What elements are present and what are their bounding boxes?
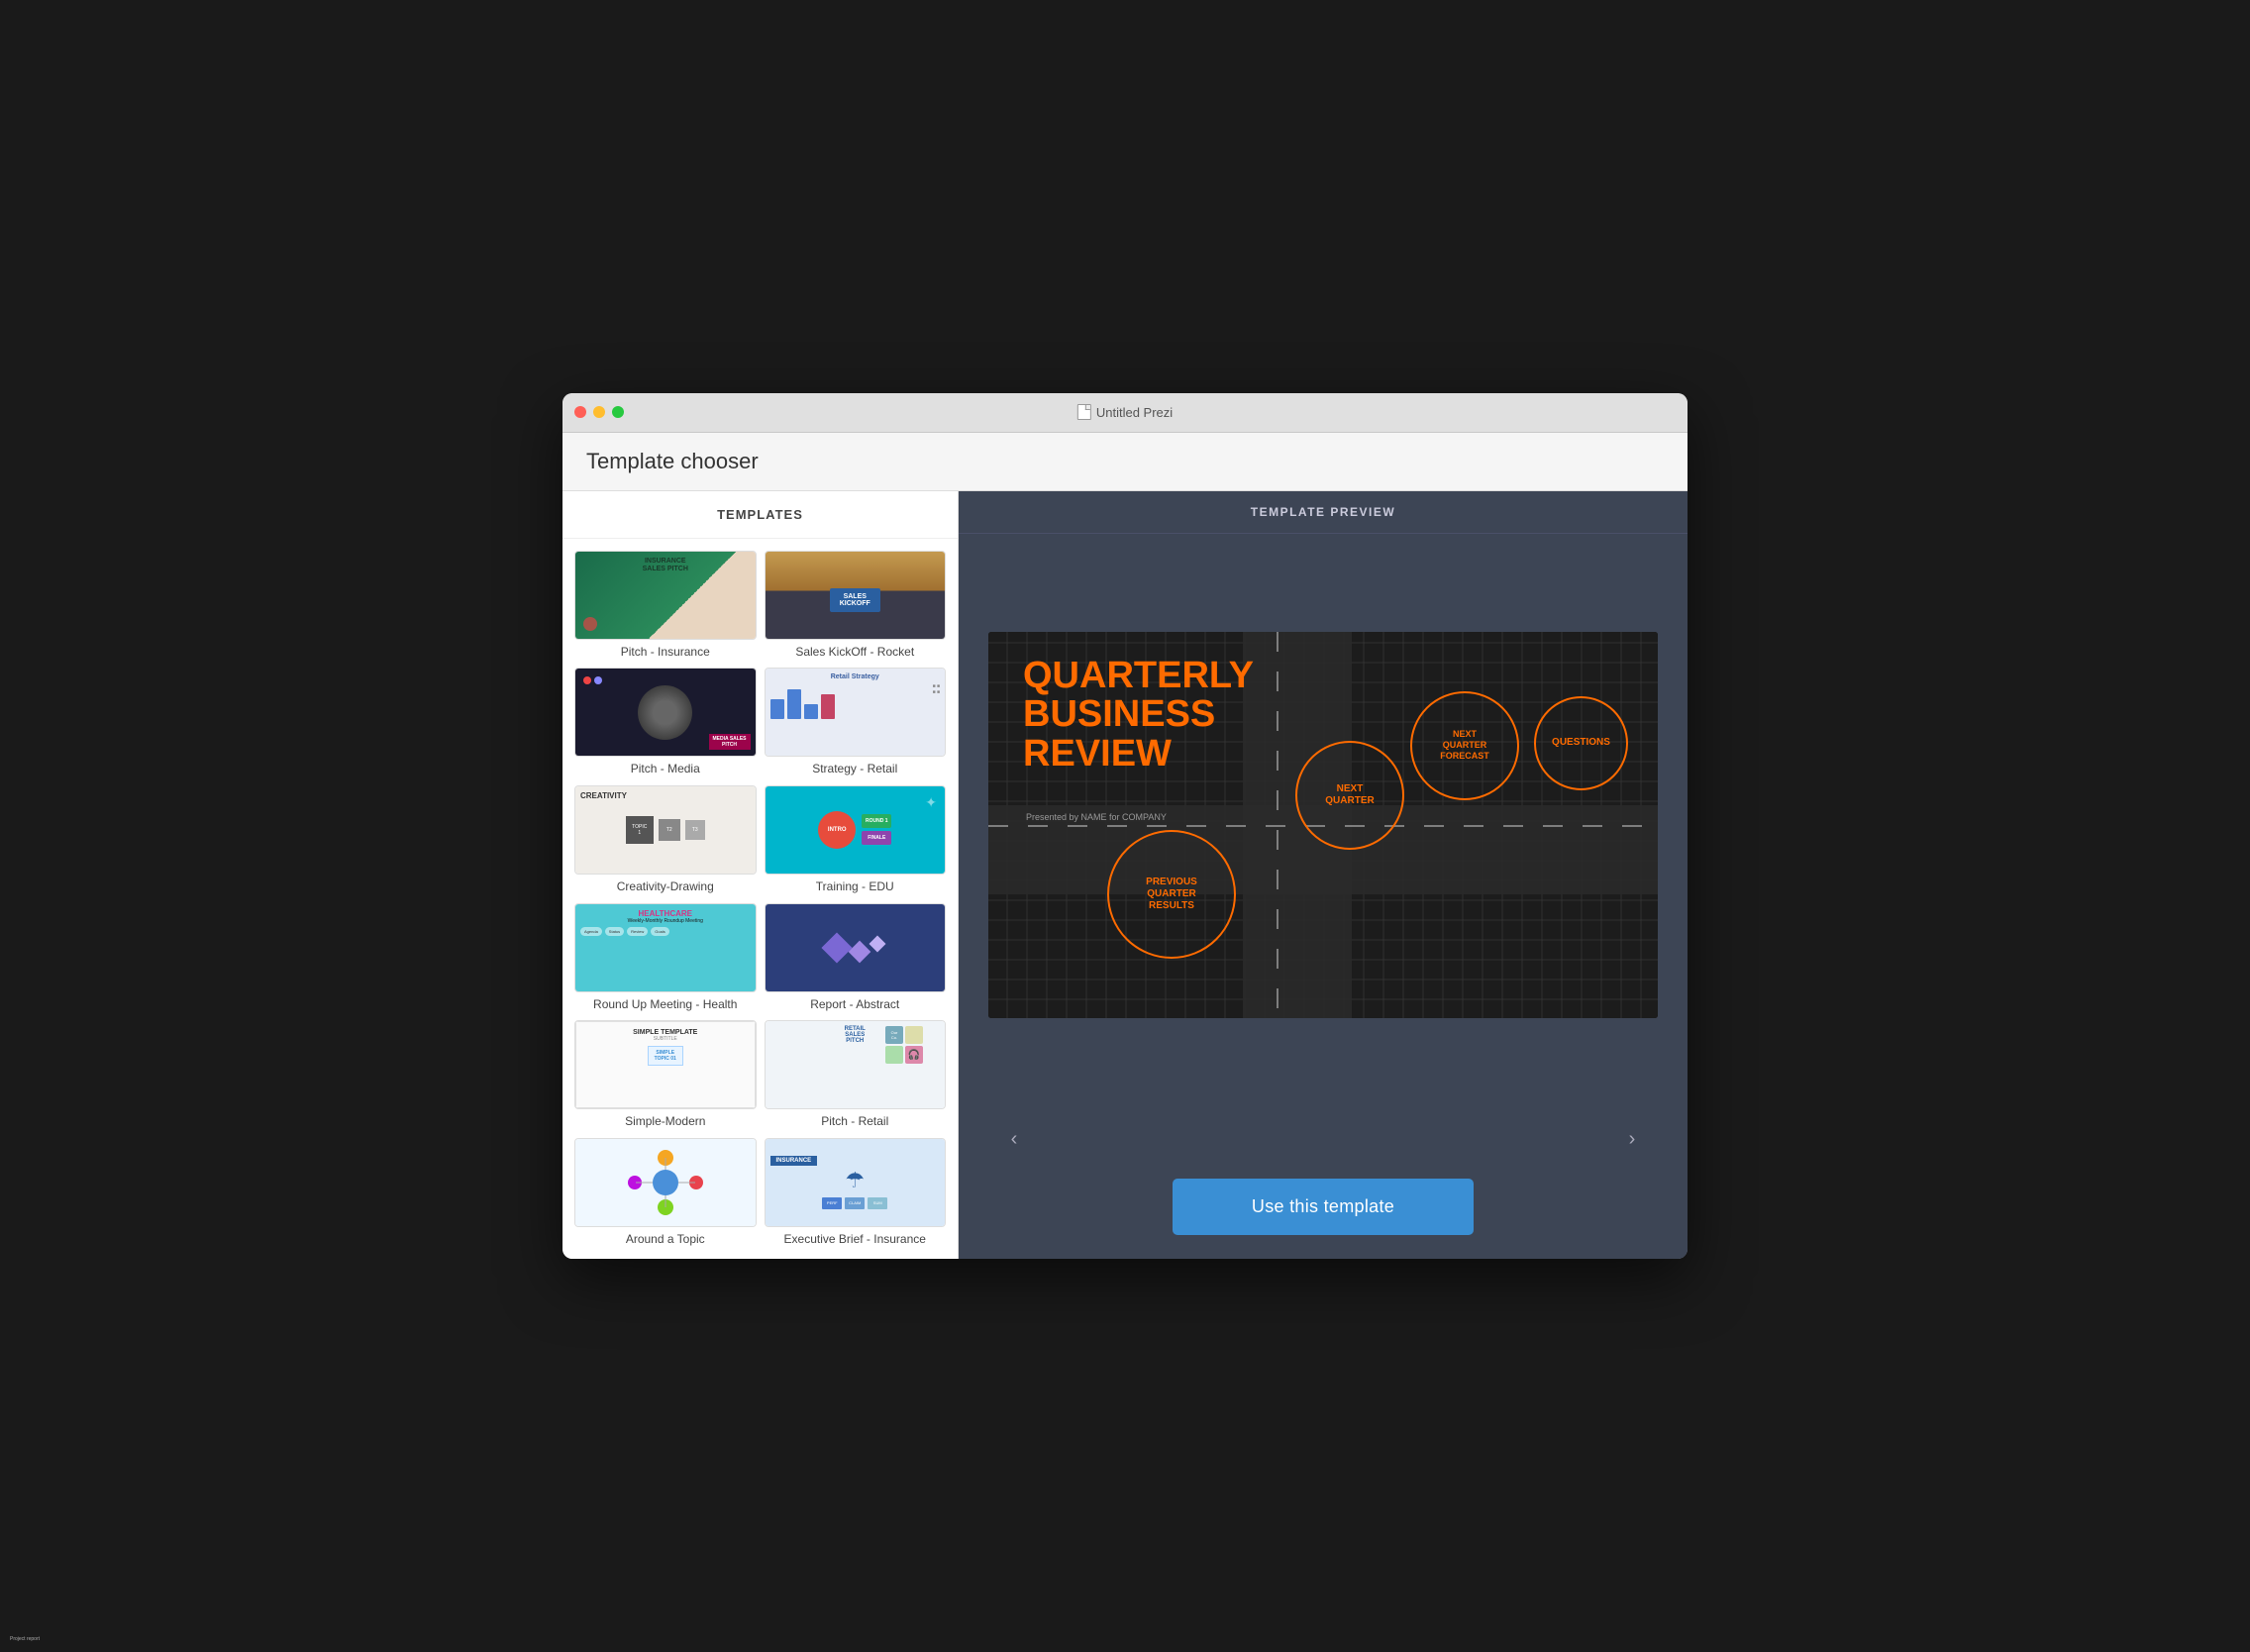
preview-title-line1: QUARTERLY — [1023, 657, 1254, 696]
app-header: Template chooser — [562, 433, 1688, 491]
template-thumbnail-simple-modern: SIMPLE TEMPLATE SUBTITLE SIMPLETOPIC 01 — [574, 1020, 757, 1109]
template-thumbnail-roundup-health: HEALTHCARE Weekly-Monthly Roundup Meetin… — [574, 903, 757, 992]
template-label-simple-modern: Simple-Modern — [574, 1114, 757, 1130]
titlebar: Untitled Prezi — [562, 393, 1688, 433]
circle-next-quarter-text: NEXTQUARTER — [1325, 783, 1374, 807]
template-item-strategy-retail[interactable]: Retail Strategy ■ ■■ ■ Strategy - Retail — [765, 668, 947, 777]
template-item-pitch-media[interactable]: MEDIA SALESPITCH Pitch - Media — [574, 668, 757, 777]
preview-actions: Use this template — [959, 1163, 1688, 1259]
template-label-report-abstract: Report - Abstract — [765, 997, 947, 1013]
template-thumbnail-creativity-drawing: CREATIVITY TOPIC1 T2 T3 — [574, 785, 757, 875]
preview-subtitle: Presented by NAME for COMPANY — [1026, 812, 1167, 822]
preview-prev-button[interactable]: ‹ — [998, 1123, 1030, 1155]
page-title: Template chooser — [586, 449, 1664, 474]
circle-previous-quarter-text: PREVIOUSQUARTERRESULTS — [1146, 877, 1197, 912]
template-item-roundup-health[interactable]: HEALTHCARE Weekly-Monthly Roundup Meetin… — [574, 903, 757, 1013]
close-button[interactable] — [574, 406, 586, 418]
template-thumbnail-exec-brief: INSURANCE ☂ PERF CLAIM SUM — [765, 1138, 947, 1227]
document-icon — [1077, 404, 1091, 420]
template-thumbnail-around-topic — [574, 1138, 757, 1227]
window-title-area: Untitled Prezi — [1077, 404, 1173, 420]
template-item-sales-kickoff[interactable]: SALESKICKOFF Sales KickOff - Rocket — [765, 551, 947, 661]
template-thumbnail-sales-kickoff: SALESKICKOFF — [765, 551, 947, 640]
use-template-button[interactable]: Use this template — [1173, 1179, 1474, 1235]
template-label-around-topic: Around a Topic — [574, 1232, 757, 1248]
template-item-creativity-drawing[interactable]: CREATIVITY TOPIC1 T2 T3 Creativity-Drawi… — [574, 785, 757, 895]
road-center-line-v — [1277, 632, 1278, 1018]
templates-panel: TEMPLATES INSURANCESALES PITCH Pitch - I… — [562, 491, 959, 1260]
template-item-pitch-insurance[interactable]: INSURANCESALES PITCH Pitch - Insurance — [574, 551, 757, 661]
circle-next-quarter: NEXTQUARTER — [1295, 741, 1404, 850]
window-title: Untitled Prezi — [1096, 405, 1173, 420]
template-label-training-edu: Training - EDU — [765, 879, 947, 895]
traffic-lights — [574, 406, 624, 418]
circle-questions: QUESTIONS — [1534, 696, 1628, 790]
preview-title-line2: BUSINESS — [1023, 695, 1254, 735]
templates-panel-header: TEMPLATES — [562, 491, 958, 539]
preview-next-button[interactable]: › — [1616, 1123, 1648, 1155]
minimize-button[interactable] — [593, 406, 605, 418]
preview-panel-header: TEMPLATE PREVIEW — [959, 491, 1688, 534]
circle-forecast-text: NEXTQUARTERFORECAST — [1440, 729, 1489, 761]
template-thumbnail-report-abstract: Project report — [765, 903, 947, 992]
preview-title: QUARTERLY BUSINESS REVIEW — [1023, 657, 1254, 775]
template-thumbnail-pitch-retail: RETAILSALESPITCH OurCo. 🎧 — [765, 1020, 947, 1109]
template-item-simple-modern[interactable]: SIMPLE TEMPLATE SUBTITLE SIMPLETOPIC 01 … — [574, 1020, 757, 1130]
circle-questions-text: QUESTIONS — [1552, 737, 1610, 749]
preview-panel: TEMPLATE PREVIEW — [959, 491, 1688, 1260]
template-label-strategy-retail: Strategy - Retail — [765, 762, 947, 777]
templates-grid: INSURANCESALES PITCH Pitch - Insurance S… — [562, 539, 958, 1260]
template-label-exec-brief: Executive Brief - Insurance — [765, 1232, 947, 1248]
template-item-report-abstract[interactable]: Project report Report - Abstract — [765, 903, 947, 1013]
circle-previous-quarter: PREVIOUSQUARTERRESULTS — [1107, 830, 1236, 959]
template-label-pitch-retail: Pitch - Retail — [765, 1114, 947, 1130]
template-thumbnail-strategy-retail: Retail Strategy ■ ■■ ■ — [765, 668, 947, 757]
template-thumbnail-pitch-media: MEDIA SALESPITCH — [574, 668, 757, 757]
maximize-button[interactable] — [612, 406, 624, 418]
app-window: Untitled Prezi Template chooser TEMPLATE… — [562, 393, 1688, 1260]
template-item-around-topic[interactable]: Around a Topic — [574, 1138, 757, 1248]
template-item-exec-brief[interactable]: INSURANCE ☂ PERF CLAIM SUM Executive Bri… — [765, 1138, 947, 1248]
template-thumbnail-pitch-insurance: INSURANCESALES PITCH — [574, 551, 757, 640]
template-item-pitch-retail[interactable]: RETAILSALESPITCH OurCo. 🎧 Pitch - Retail — [765, 1020, 947, 1130]
template-label-pitch-media: Pitch - Media — [574, 762, 757, 777]
template-label-roundup-health: Round Up Meeting - Health — [574, 997, 757, 1013]
template-thumbnail-training-edu: INTRO ROUND 1 FINALE ✦ — [765, 785, 947, 875]
template-label-creativity-drawing: Creativity-Drawing — [574, 879, 757, 895]
main-content: TEMPLATES INSURANCESALES PITCH Pitch - I… — [562, 491, 1688, 1260]
preview-image-area: QUARTERLY BUSINESS REVIEW Presented by N… — [959, 534, 1688, 1116]
template-label-pitch-insurance: Pitch - Insurance — [574, 645, 757, 661]
qbr-background: QUARTERLY BUSINESS REVIEW Presented by N… — [988, 632, 1658, 1018]
preview-image: QUARTERLY BUSINESS REVIEW Presented by N… — [988, 632, 1658, 1018]
preview-title-line3: REVIEW — [1023, 735, 1254, 774]
circle-forecast: NEXTQUARTERFORECAST — [1410, 691, 1519, 800]
template-label-sales-kickoff: Sales KickOff - Rocket — [765, 645, 947, 661]
preview-navigation: ‹ › — [959, 1115, 1688, 1163]
template-item-training-edu[interactable]: INTRO ROUND 1 FINALE ✦ Training - EDU — [765, 785, 947, 895]
